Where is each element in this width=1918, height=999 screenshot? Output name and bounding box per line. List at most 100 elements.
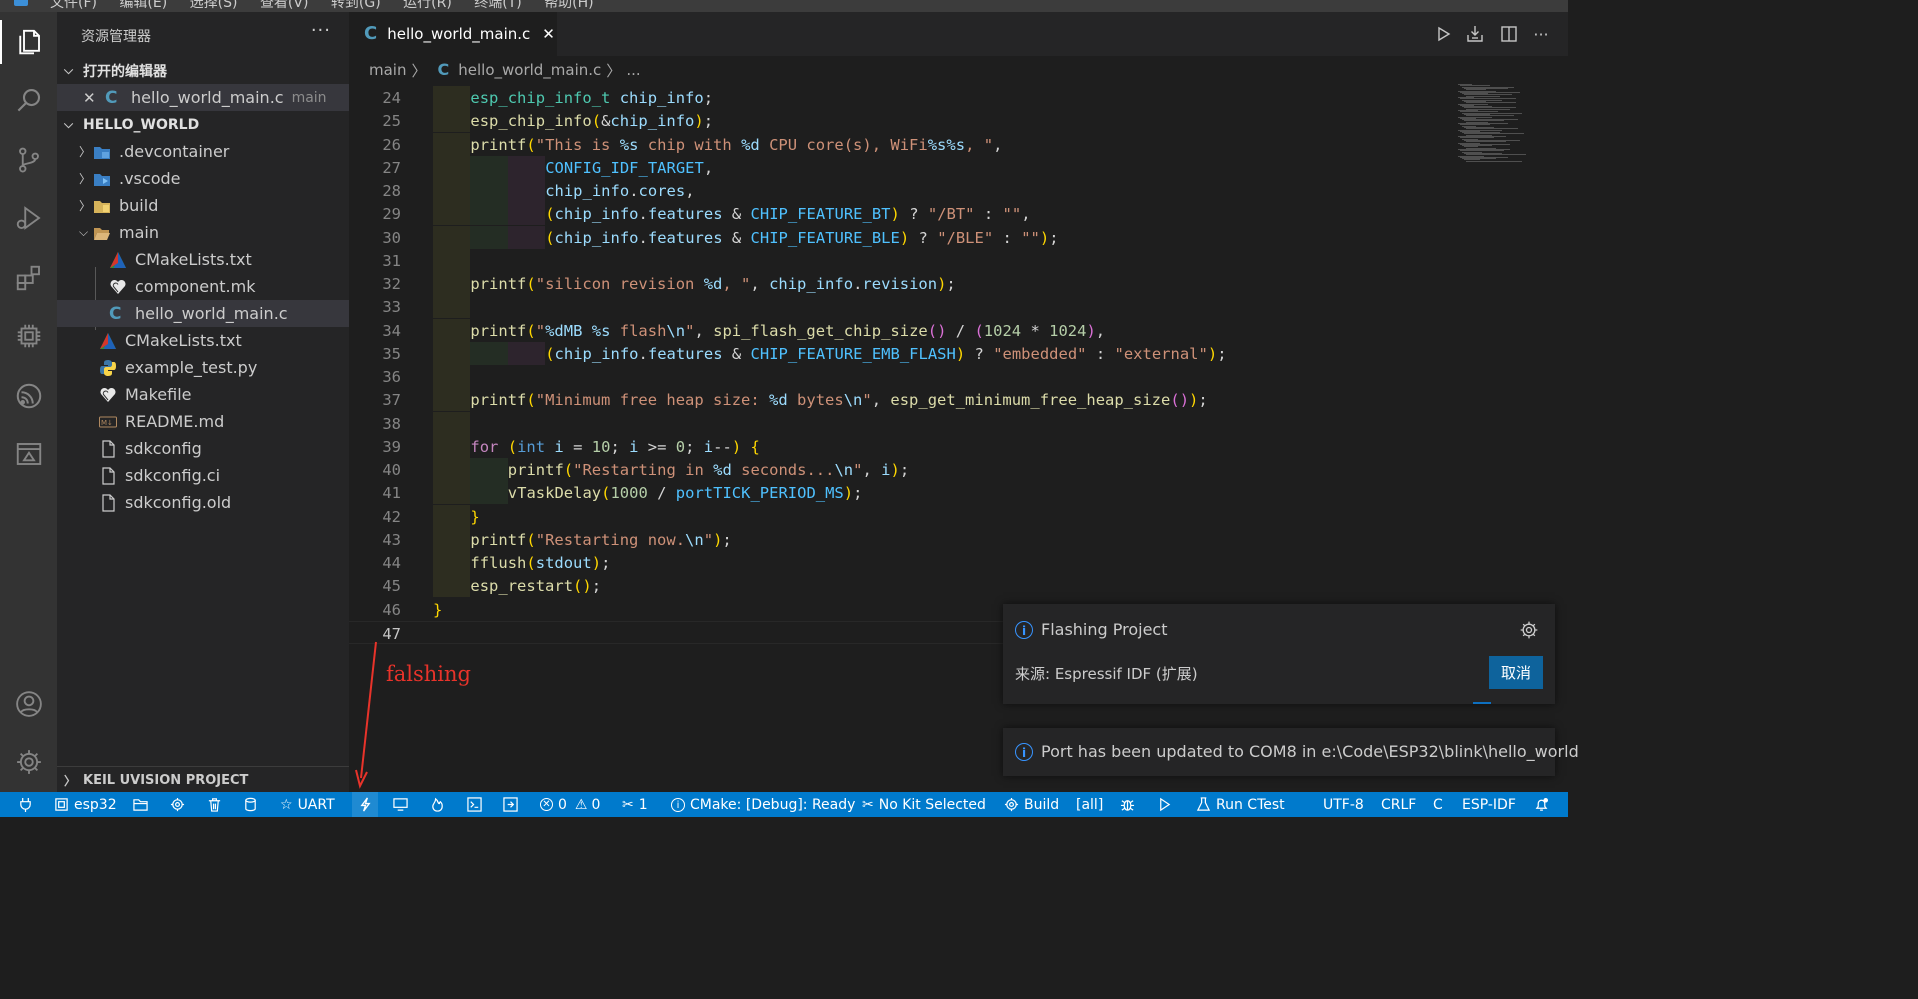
editor-scrollbar[interactable] (1554, 84, 1568, 792)
breadcrumb-folder[interactable]: main (369, 61, 406, 79)
run-debug-icon[interactable] (0, 190, 57, 246)
cmake-status[interactable]: i CMake: [Debug]: Ready (671, 792, 855, 817)
chip-icon[interactable] (0, 308, 57, 364)
encoding-selector[interactable]: UTF-8 (1323, 792, 1364, 817)
tree-item-label: component.mk (135, 277, 256, 296)
tree-item-vscode[interactable]: 〉 .vscode (57, 165, 349, 192)
tree-item-sdkconfig-ci[interactable]: sdkconfig.ci (57, 462, 349, 489)
language-selector[interactable]: C (1433, 792, 1443, 817)
menu-go[interactable]: 转到(G) (331, 0, 381, 11)
terminal-icon[interactable] (467, 792, 482, 817)
build-button[interactable]: Build (1004, 792, 1059, 817)
source-control-icon[interactable] (0, 132, 57, 188)
code-text: printf("This is %s chip with %d CPU core… (470, 135, 1003, 154)
more-actions-icon[interactable]: ··· (1529, 22, 1553, 46)
trash-icon[interactable] (207, 792, 222, 817)
code-editor[interactable]: 24 esp_chip_info_t chip_info; 25 esp_chip_i… (349, 86, 1454, 646)
account-icon[interactable] (0, 676, 57, 732)
indent-guide (433, 458, 471, 481)
tree-item-sdkconfig-old[interactable]: sdkconfig.old (57, 489, 349, 516)
menu-view[interactable]: 查看(V) (260, 0, 309, 11)
project-label: HELLO_WORLD (83, 116, 200, 133)
database-icon[interactable] (243, 792, 258, 817)
open-editor-hint: main (291, 89, 327, 106)
build-target-selector[interactable]: [all] (1076, 792, 1103, 817)
menu-file[interactable]: 文件(F) (50, 0, 97, 11)
keil-project-section[interactable]: 〉 KEIL UVISION PROJECT (57, 766, 349, 793)
tree-item-component-mk[interactable]: component.mk (57, 273, 349, 300)
debug-bug-icon[interactable] (1120, 792, 1135, 817)
extensions-icon[interactable] (0, 250, 57, 306)
chevron-down-icon: ⌵ (79, 225, 89, 239)
flash-icon[interactable] (352, 792, 378, 817)
notification-settings-gear-icon[interactable] (1519, 620, 1539, 640)
line-number: 25 (382, 112, 401, 131)
run-ctest-button[interactable]: Run CTest (1196, 792, 1285, 817)
menu-edit[interactable]: 编辑(E) (119, 0, 167, 11)
problems-indicator[interactable]: ✕ 0 ⚠ 0 (540, 792, 600, 817)
tree-item-main[interactable]: ⌵ main (57, 219, 349, 246)
menu-selection[interactable]: 选择(S) (190, 0, 238, 11)
line-number: 44 (382, 554, 401, 572)
breadcrumb-file[interactable]: hello_world_main.c (458, 61, 601, 79)
open-editors-section[interactable]: ⌵ 打开的编辑器 (57, 57, 349, 84)
tree-item-sdkconfig[interactable]: sdkconfig (57, 435, 349, 462)
indent-guide (433, 225, 471, 249)
error-count: 0 (558, 796, 567, 813)
annotation-text: falshing (386, 662, 471, 686)
run-task-icon[interactable] (503, 792, 518, 817)
close-icon[interactable]: ✕ (83, 89, 105, 107)
flash-download-icon[interactable] (1463, 22, 1487, 46)
line-number: 28 (382, 182, 401, 200)
info-icon: i (1015, 743, 1033, 761)
tree-item-devcontainer[interactable]: 〉 .devcontainer (57, 138, 349, 165)
kit-selector[interactable]: ✂ No Kit Selected (862, 792, 986, 817)
eol-selector[interactable]: CRLF (1381, 792, 1416, 817)
open-editor-item[interactable]: ✕ C hello_world_main.c main (57, 84, 349, 111)
code-text: printf("Restarting now.\n"); (470, 530, 732, 549)
close-tab-icon[interactable]: ✕ (542, 25, 555, 43)
cancel-button[interactable]: 取消 (1489, 656, 1543, 689)
more-actions-icon[interactable]: ··· (311, 20, 331, 41)
tree-item-example-test-py[interactable]: example_test.py (57, 354, 349, 381)
tree-item-hello-world-main-c[interactable]: C hello_world_main.c (57, 300, 349, 327)
tree-item-makefile[interactable]: Makefile (57, 381, 349, 408)
target-selector[interactable]: esp32 (54, 792, 117, 817)
tools-icon: ✂ (862, 796, 874, 813)
settings-gear-icon[interactable] (0, 734, 57, 790)
menu-terminal[interactable]: 终端(T) (474, 0, 521, 11)
tree-item-cmakelists-root[interactable]: CMakeLists.txt (57, 327, 349, 354)
tools-indicator[interactable]: ✂ 1 (622, 792, 648, 817)
flame-icon[interactable] (430, 792, 445, 817)
menu-help[interactable]: 帮助(H) (544, 0, 593, 11)
indent-guide (433, 551, 471, 574)
tree-item-readme[interactable]: M↓ README.md (57, 408, 349, 435)
project-section[interactable]: ⌵ HELLO_WORLD (57, 111, 349, 138)
settings-gear-icon[interactable] (170, 792, 185, 817)
idf-selector[interactable]: ESP-IDF (1462, 792, 1516, 817)
menu-run[interactable]: 运行(R) (403, 0, 452, 11)
folder-icon[interactable] (133, 792, 148, 817)
tree-item-cmakelists-main[interactable]: CMakeLists.txt (57, 246, 349, 273)
tab-hello-world-main-c[interactable]: C hello_world_main.c ✕ (349, 12, 557, 56)
notifications-bell-icon[interactable] (1534, 792, 1549, 817)
line-number: 34 (382, 321, 401, 340)
uart-selector[interactable]: ☆ UART (280, 792, 335, 817)
tree-item-build[interactable]: 〉 build (57, 192, 349, 219)
notification-source: 来源: Espressif IDF (扩展) (1015, 665, 1198, 683)
split-editor-icon[interactable] (1497, 22, 1521, 46)
tree-item-label: CMakeLists.txt (135, 250, 252, 269)
search-icon[interactable] (0, 72, 57, 128)
plug-icon[interactable] (18, 792, 33, 817)
launch-icon[interactable] (1157, 792, 1172, 817)
explorer-icon[interactable] (0, 14, 57, 70)
indent-guide (470, 458, 508, 481)
monitor-icon[interactable] (393, 792, 408, 817)
code-text: printf("%dMB %s flash\n", spi_flash_get_… (470, 321, 1106, 340)
remote-explorer-icon[interactable] (0, 426, 57, 482)
menu-bar[interactable]: 文件(F) 编辑(E) 选择(S) 查看(V) 转到(G) 运行(R) 终端(T… (50, 0, 594, 12)
breadcrumb-symbol[interactable]: ... (626, 61, 640, 79)
espressif-icon[interactable] (0, 368, 57, 424)
run-code-icon[interactable] (1431, 22, 1455, 46)
line-number: 32 (382, 275, 401, 293)
